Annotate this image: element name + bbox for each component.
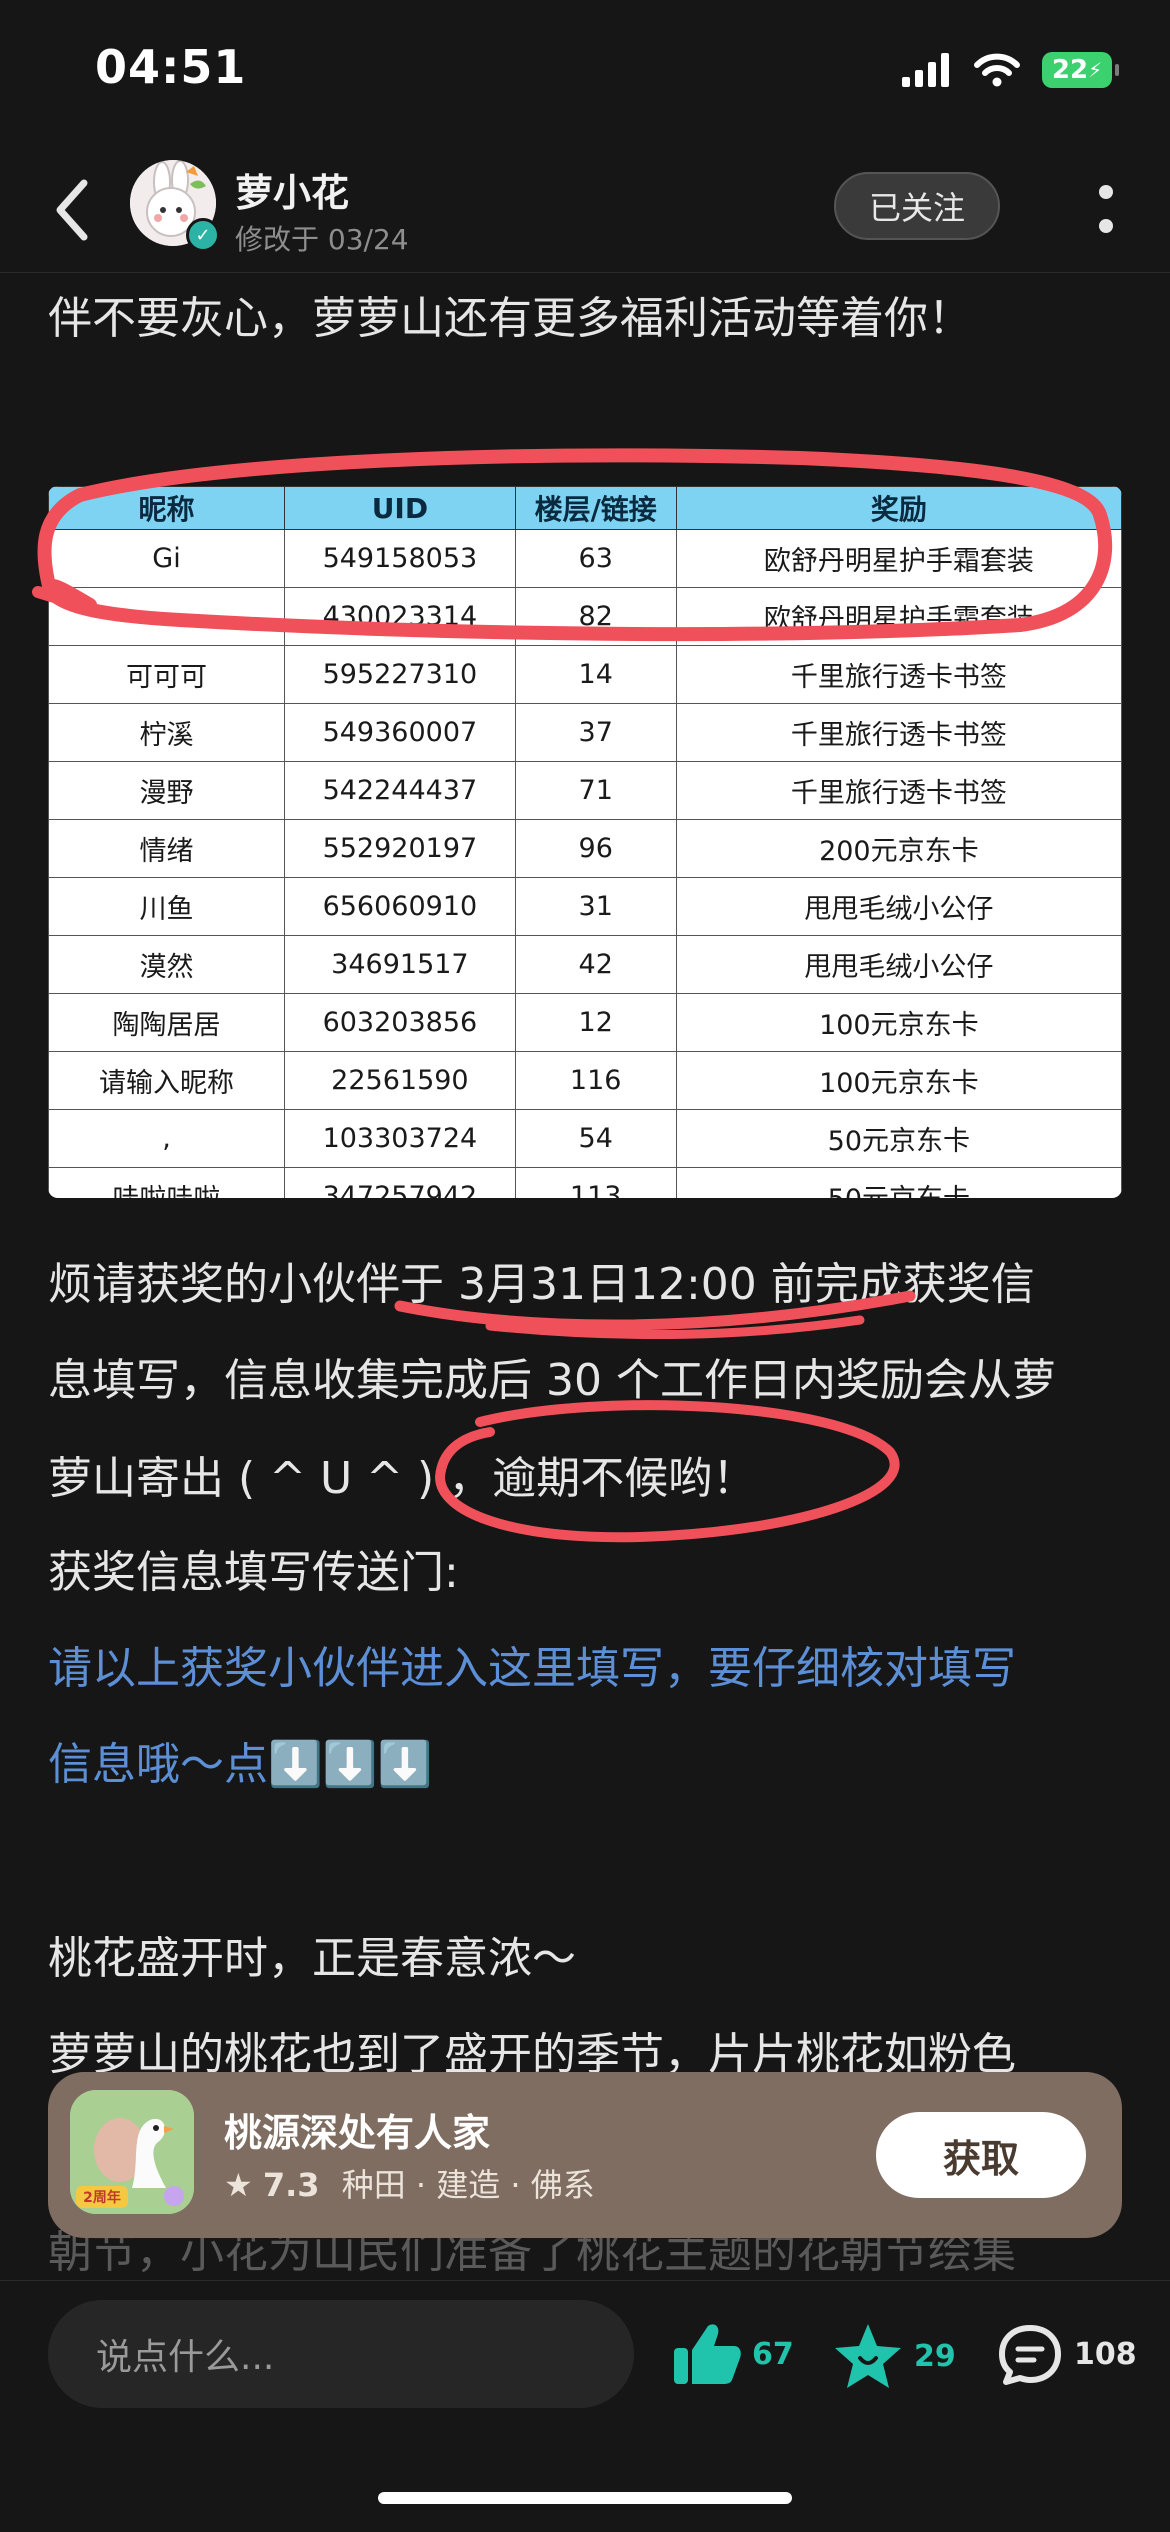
table-cell: 37	[514, 703, 677, 762]
table-row: 柠溪 549360007 37 千里旅行透卡书签	[48, 703, 1122, 762]
table-cell: 200元京东卡	[675, 819, 1122, 878]
table-cell: 情绪	[48, 819, 286, 878]
table-row: 可可可 595227310 14 千里旅行透卡书签	[48, 645, 1122, 704]
home-indicator	[378, 2492, 792, 2504]
intro-text: 伴不要灰心，萝萝山还有更多福利活动等着你！	[48, 293, 972, 344]
star-icon: ★	[224, 2166, 253, 2204]
comment-count: 108	[1074, 2336, 1137, 2372]
table-cell: 千里旅行透卡书签	[675, 703, 1122, 762]
circle-scribble-annotation	[434, 1400, 900, 1543]
table-cell: 42	[514, 935, 677, 994]
header-divider	[0, 272, 1170, 273]
modified-date: 修改于 03/24	[235, 223, 409, 256]
table-cell: 552920197	[284, 819, 516, 878]
table-cell: 哇啦哇啦	[48, 1167, 286, 1198]
underline-scribble-annotation	[394, 1290, 916, 1340]
table-cell: 656060910	[284, 877, 516, 936]
table-row: , 103303724 54 50元京东卡	[48, 1109, 1122, 1168]
table-cell: 请输入昵称	[48, 1051, 286, 1110]
battery-level: 22	[1051, 55, 1089, 85]
star-face-icon	[835, 2324, 901, 2388]
table-cell: 可可可	[48, 645, 286, 704]
table-row: 漠然 34691517 42 甩甩毛绒小公仔	[48, 935, 1122, 994]
table-cell: 22561590	[284, 1051, 516, 1110]
favorite-button[interactable]: 29	[832, 2322, 956, 2390]
game-rating: 7.3	[262, 2166, 320, 2204]
table-cell: 50元京东卡	[675, 1167, 1122, 1198]
table-cell: 103303724	[284, 1109, 516, 1168]
comment-bubble-icon	[999, 2325, 1061, 2385]
table-row: 请输入昵称 22561590 116 100元京东卡	[48, 1051, 1122, 1110]
table-cell: ,	[48, 1109, 286, 1168]
form-link-line-2[interactable]: 信息哦～点⬇️⬇️⬇️	[48, 1728, 1128, 1792]
game-app-icon: 2周年	[70, 2090, 194, 2214]
table-cell: 甩甩毛绒小公仔	[675, 935, 1122, 994]
more-options-icon[interactable]	[1098, 180, 1114, 240]
favorite-count: 29	[914, 2338, 956, 2374]
table-cell: 71	[514, 761, 677, 820]
follow-button[interactable]: 已关注	[834, 172, 1000, 240]
wifi-icon	[974, 53, 1020, 87]
table-cell: 603203856	[284, 993, 516, 1052]
portal-label: 获奖信息填写传送门:	[48, 1547, 459, 1598]
table-cell: 96	[514, 819, 677, 878]
goose-game-icon: 2周年	[70, 2090, 194, 2214]
table-cell: 千里旅行透卡书签	[675, 761, 1122, 820]
table-cell: 川鱼	[48, 877, 286, 936]
thumbs-up-icon	[674, 2324, 741, 2384]
table-cell: 千里旅行透卡书签	[675, 645, 1122, 704]
table-row: 漫野 542244437 71 千里旅行透卡书签	[48, 761, 1122, 820]
table-cell: 116	[514, 1051, 677, 1110]
game-title: 桃源深处有人家	[224, 2111, 491, 2155]
bottom-divider	[0, 2280, 1170, 2281]
like-count: 67	[752, 2336, 794, 2372]
verified-badge-icon: ✓	[186, 218, 220, 252]
table-row: 哇啦哇啦34725794211350元京东卡	[48, 1167, 1122, 1198]
table-cell: 陶陶居居	[48, 993, 286, 1052]
get-game-button[interactable]: 获取	[876, 2112, 1086, 2198]
game-meta: ★ 7.3 种田 · 建造 · 佛系	[224, 2160, 595, 2206]
table-row: 陶陶居居 603203856 12 100元京东卡	[48, 993, 1122, 1052]
table-row: 情绪 552920197 96 200元京东卡	[48, 819, 1122, 878]
table-cell: 柠溪	[48, 703, 286, 762]
table-cell: 100元京东卡	[675, 1051, 1122, 1110]
cellular-signal-icon	[902, 53, 949, 87]
form-link-line-1[interactable]: 请以上获奖小伙伴进入这里填写，要仔细核对填写	[48, 1632, 1128, 1696]
table-cell: 113	[514, 1167, 677, 1198]
comment-button[interactable]: 108	[996, 2322, 1137, 2386]
battery-icon: 22 ⚡	[1042, 52, 1119, 88]
table-cell: 31	[514, 877, 677, 936]
table-cell: 34691517	[284, 935, 516, 994]
table-cell: 漫野	[48, 761, 286, 820]
highlight-scribble-annotation	[32, 448, 1113, 642]
peach-line-1: 桃花盛开时，正是春意浓～	[48, 1933, 576, 1984]
table-cell: 54	[514, 1109, 677, 1168]
table-cell: 542244437	[284, 761, 516, 820]
table-cell: 12	[514, 993, 677, 1052]
table-cell: 347257942	[284, 1167, 516, 1198]
table-row: 川鱼 656060910 31 甩甩毛绒小公仔	[48, 877, 1122, 936]
table-cell: 595227310	[284, 645, 516, 704]
game-tags: 种田 · 建造 · 佛系	[341, 2166, 595, 2204]
anniversary-badge: 2周年	[83, 2189, 121, 2206]
table-cell: 甩甩毛绒小公仔	[675, 877, 1122, 936]
status-time: 04:51	[95, 40, 247, 94]
like-button[interactable]: 67	[672, 2322, 794, 2386]
table-cell: 549360007	[284, 703, 516, 762]
table-cell: 14	[514, 645, 677, 704]
table-cell: 漠然	[48, 935, 286, 994]
table-cell: 50元京东卡	[675, 1109, 1122, 1168]
status-icons: 22 ⚡	[902, 52, 1119, 88]
comment-input[interactable]: 说点什么...	[48, 2300, 634, 2408]
table-cell: 100元京东卡	[675, 993, 1122, 1052]
back-chevron-icon[interactable]	[48, 175, 98, 245]
author-name[interactable]: 萝小花	[235, 162, 349, 217]
